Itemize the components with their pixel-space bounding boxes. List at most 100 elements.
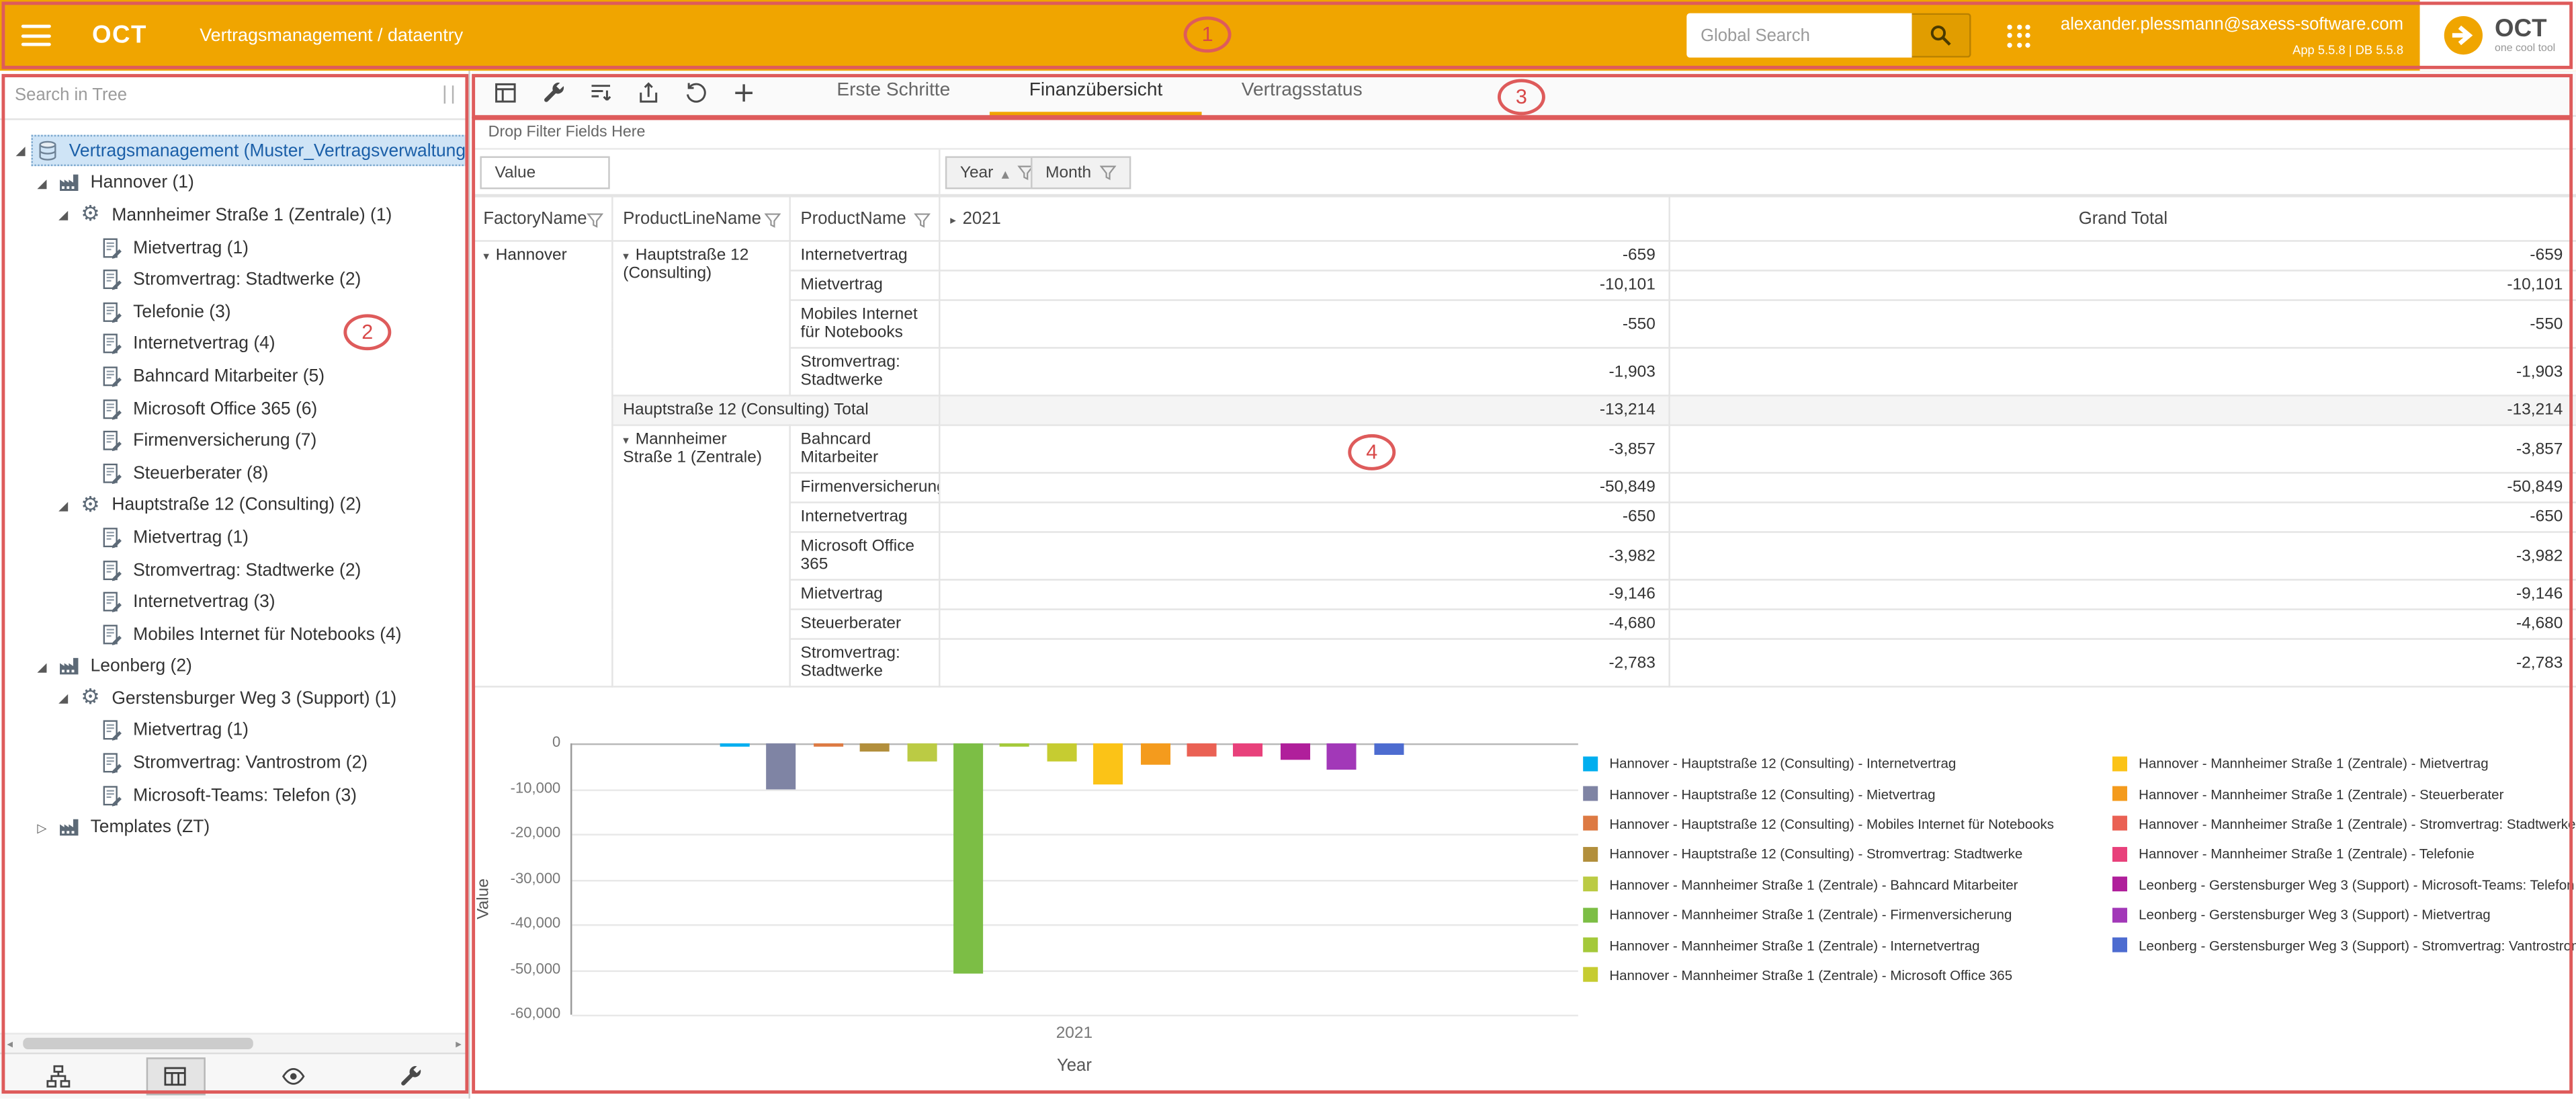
col-header-grand-total: Grand Total xyxy=(1670,196,2576,241)
apps-grid-icon[interactable] xyxy=(2008,24,2031,46)
wrench-button[interactable] xyxy=(529,73,577,113)
tree-item[interactable]: ▷Templates (ZT) xyxy=(0,811,467,844)
tree-expander-icon[interactable]: ◢ xyxy=(52,692,74,706)
data-table-button[interactable] xyxy=(146,1058,205,1096)
tree-item-label: Mannheimer Straße 1 (Zentrale) (1) xyxy=(112,206,392,225)
legend-swatch xyxy=(2112,938,2127,952)
tree-expander-icon[interactable]: ◢ xyxy=(31,659,52,674)
tree-expander-icon[interactable]: ◢ xyxy=(31,176,52,191)
filter-icon[interactable] xyxy=(765,212,781,229)
legend-item: Hannover - Hauptstraße 12 (Consulting) -… xyxy=(1583,748,2054,778)
tree-search-input[interactable] xyxy=(15,85,444,104)
legend-item: Hannover - Mannheimer Straße 1 (Zentrale… xyxy=(2112,778,2576,809)
legend-item: Leonberg - Gerstensburger Weg 3 (Support… xyxy=(2112,930,2576,960)
tree-item-label: Mietvertrag (1) xyxy=(133,528,249,547)
tree-item[interactable]: ◢⚙Hauptstraße 12 (Consulting) (2) xyxy=(0,489,467,522)
tree-item-content: Bahncard Mitarbeiter (5) xyxy=(95,361,333,392)
tree-item-content: Microsoft-Teams: Telefon (3) xyxy=(95,780,365,811)
tree-item[interactable]: Firmenversicherung (7) xyxy=(0,425,467,457)
y-tick-label: -10,000 xyxy=(472,779,560,795)
tree-item[interactable]: Telefonie (3) xyxy=(0,296,467,328)
tree-item[interactable]: Internetvertrag (4) xyxy=(0,328,467,360)
tab-erste-schritte[interactable]: Erste Schritte xyxy=(798,70,990,116)
expand-column-icon[interactable] xyxy=(950,214,956,227)
filter-icon[interactable] xyxy=(587,212,603,229)
scrollbar-track[interactable] xyxy=(19,1036,449,1051)
tree-item[interactable]: Internetvertrag (3) xyxy=(0,586,467,618)
pivot-year-value: -9,146 xyxy=(939,579,1669,609)
col-header-factoryname[interactable]: FactoryName xyxy=(472,196,612,241)
legend-label: Hannover - Mannheimer Straße 1 (Zentrale… xyxy=(2139,846,2475,862)
pivot-year-value: -1,903 xyxy=(939,348,1669,395)
tree-item-content: Mietvertrag (1) xyxy=(95,715,257,746)
col-header-label: ProductName xyxy=(801,209,906,229)
legend-swatch xyxy=(2112,817,2127,831)
export-button[interactable] xyxy=(625,73,673,113)
search-icon xyxy=(1929,23,1954,48)
filter-icon[interactable] xyxy=(1099,165,1115,181)
hierarchy-button[interactable] xyxy=(29,1058,88,1096)
pivot-year-value: -3,857 xyxy=(939,425,1669,473)
eye-icon xyxy=(280,1065,305,1090)
collapse-all-button[interactable] xyxy=(577,73,625,113)
contract-icon xyxy=(99,783,125,808)
add-button[interactable] xyxy=(720,73,768,113)
eye-button[interactable] xyxy=(263,1058,323,1096)
data-field-chip[interactable]: Value xyxy=(480,156,609,189)
collapse-row-icon[interactable] xyxy=(623,250,629,263)
tree-expander-icon[interactable]: ◢ xyxy=(52,208,74,222)
tree-item[interactable]: ◢⚙Gerstensburger Weg 3 (Support) (1) xyxy=(0,683,467,715)
tree-item[interactable]: Bahncard Mitarbeiter (5) xyxy=(0,360,467,393)
pivot-grand-total-value: -659 xyxy=(1670,241,2576,270)
panel-handle-icon[interactable] xyxy=(444,85,454,104)
wrench-button[interactable] xyxy=(380,1058,439,1096)
col-header-productlinename[interactable]: ProductLineName xyxy=(612,196,789,241)
y-tick-label: -30,000 xyxy=(472,869,560,885)
tree-item[interactable]: Stromvertrag: Stadtwerke (2) xyxy=(0,554,467,586)
tab-vertragsstatus[interactable]: Vertragsstatus xyxy=(1202,70,1402,116)
tab-finanzübersicht[interactable]: Finanzübersicht xyxy=(990,70,1202,116)
tree-item[interactable]: Stromvertrag: Stadtwerke (2) xyxy=(0,263,467,296)
global-search-button[interactable] xyxy=(1913,13,1972,58)
scroll-right-icon[interactable] xyxy=(449,1037,468,1051)
pivot-product-cell: Stromvertrag: Stadtwerke xyxy=(790,639,940,687)
scrollbar-thumb[interactable] xyxy=(23,1039,253,1050)
tree-expander-icon[interactable]: ◢ xyxy=(10,144,32,159)
legend-swatch xyxy=(1583,968,1598,983)
tree-item[interactable]: Stromvertrag: Vantrostrom (2) xyxy=(0,747,467,779)
contract-icon xyxy=(99,751,125,776)
global-search-input[interactable] xyxy=(1687,13,1912,58)
tree-item[interactable]: ◢⚙Mannheimer Straße 1 (Zentrale) (1) xyxy=(0,200,467,232)
tree-expander-icon[interactable]: ◢ xyxy=(52,498,74,513)
tree-item[interactable]: Steuerberater (8) xyxy=(0,457,467,489)
collapse-row-icon[interactable] xyxy=(623,434,629,448)
pivot-row: HannoverHauptstraße 12 (Consulting)Inter… xyxy=(472,241,2576,270)
scroll-left-icon[interactable] xyxy=(0,1037,19,1051)
tree-item[interactable]: Microsoft-Teams: Telefon (3) xyxy=(0,779,467,811)
hamburger-menu-icon[interactable] xyxy=(22,25,51,46)
tree-horizontal-scrollbar[interactable] xyxy=(0,1033,468,1053)
tree-item[interactable]: ◢Vertragsmanagement (Muster_Vertragsverw… xyxy=(0,135,467,167)
tree-item-label: Mietvertrag (1) xyxy=(133,238,249,257)
collapse-all-icon xyxy=(589,81,613,106)
tree-expander-icon[interactable]: ▷ xyxy=(31,820,52,835)
col-header-year-2021[interactable]: 2021 xyxy=(939,196,1669,241)
form-view-icon xyxy=(493,81,518,106)
contract-icon xyxy=(99,429,125,454)
col-header-productname[interactable]: ProductName xyxy=(790,196,940,241)
history-button[interactable] xyxy=(673,73,720,113)
tree-item[interactable]: Mietvertrag (1) xyxy=(0,715,467,747)
month-field-chip[interactable]: Month xyxy=(1031,156,1131,189)
filter-icon[interactable] xyxy=(914,212,930,229)
filter-fields-area[interactable]: Drop Filter Fields Here xyxy=(472,117,2576,150)
tree-item[interactable]: ◢Leonberg (2) xyxy=(0,651,467,683)
tree-item[interactable]: ◢Hannover (1) xyxy=(0,167,467,200)
app-logo-text[interactable]: OCT xyxy=(92,22,147,50)
collapse-row-icon[interactable] xyxy=(483,250,489,263)
tree-item[interactable]: Mobiles Internet für Notebooks (4) xyxy=(0,618,467,651)
form-view-button[interactable] xyxy=(482,73,529,113)
tree-item[interactable]: Microsoft Office 365 (6) xyxy=(0,393,467,425)
tree-item[interactable]: Mietvertrag (1) xyxy=(0,522,467,554)
user-email[interactable]: alexander.plessmann@saxess-software.com xyxy=(2061,14,2403,34)
tree-item[interactable]: Mietvertrag (1) xyxy=(0,231,467,263)
